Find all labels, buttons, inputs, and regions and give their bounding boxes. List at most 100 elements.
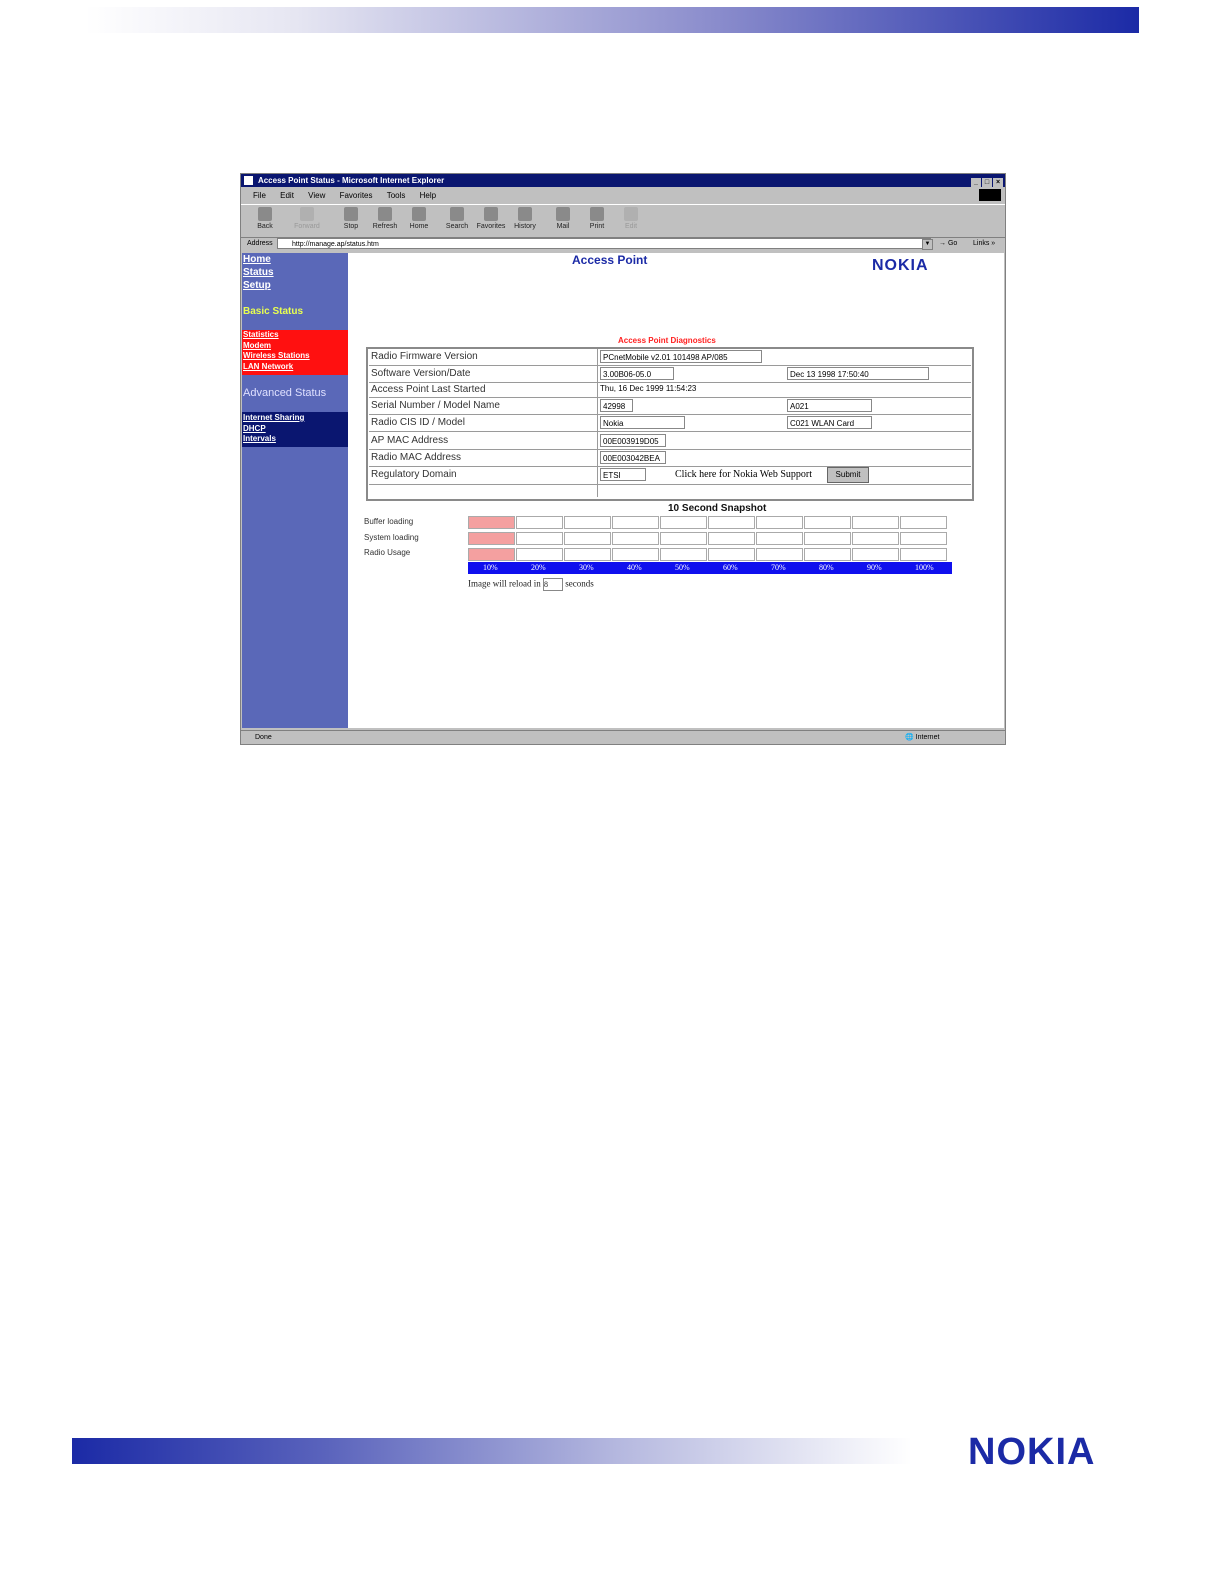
menu-view[interactable]: View [308, 191, 325, 200]
axis-tick-label: 90% [867, 563, 882, 572]
snapshot-cell [756, 516, 803, 529]
snapshot-cell [564, 548, 611, 561]
snapshot-cell [804, 516, 851, 529]
reload-seconds-field: 8 [542, 578, 563, 591]
sidebar-item-dhcp[interactable]: DHCP [242, 424, 348, 435]
snapshot-axis: 10% 20% 30% 40% 50% 60% 70% 80% 90% 100% [468, 562, 952, 574]
snapshot-cell [612, 516, 659, 529]
snapshot-title: 10 Second Snapshot [668, 503, 767, 514]
stop-icon [344, 207, 358, 221]
window-title: Access Point Status - Microsoft Internet… [257, 176, 445, 185]
sidebar-item-statistics[interactable]: Statistics [242, 330, 348, 341]
maximize-icon[interactable]: □ [982, 178, 992, 188]
menu-tools[interactable]: Tools [387, 191, 406, 200]
value-field: 00E003919D05 [600, 434, 666, 447]
menu-help[interactable]: Help [420, 191, 436, 200]
sidebar-link-home[interactable]: Home [243, 254, 271, 265]
menu-edit[interactable]: Edit [280, 191, 294, 200]
axis-tick-label: 30% [579, 563, 594, 572]
snapshot-row [468, 548, 952, 563]
sidebar-item-internet-sharing[interactable]: Internet Sharing [242, 413, 348, 424]
sidebar-item-modem[interactable]: Modem [242, 341, 348, 352]
snapshot-cell [660, 532, 707, 545]
internet-zone: 🌐 Internet [905, 734, 940, 741]
value-field: PCnetMobile v2.01 101498 AP/085 [600, 350, 762, 363]
status-bar: Done 🌐 Internet [241, 730, 1005, 745]
favorites-button[interactable]: Favorites [475, 207, 507, 230]
history-icon [518, 207, 532, 221]
sidebar-item-wireless-stations[interactable]: Wireless Stations [242, 351, 348, 362]
ie-page-icon [244, 176, 253, 185]
search-button[interactable]: Search [441, 207, 473, 230]
forward-button[interactable]: Forward [291, 207, 323, 230]
basic-status-heading: Basic Status [243, 306, 304, 317]
submit-button[interactable]: Submit [827, 467, 869, 483]
chevron-down-icon[interactable]: ▼ [922, 239, 933, 250]
page-content: Home Status Setup Basic Status Statistic… [242, 253, 1004, 728]
value-field: ETSI [600, 468, 646, 481]
minimize-icon[interactable]: _ [971, 178, 981, 188]
back-button[interactable]: Back [249, 207, 281, 230]
windows-logo-icon [979, 189, 1001, 201]
go-button[interactable]: → Go [939, 237, 957, 251]
browser-window: Access Point Status - Microsoft Internet… [240, 173, 1006, 745]
status-text: Done [255, 734, 272, 741]
table-row: Regulatory Domain ETSI Click here for No… [369, 467, 971, 485]
sidebar-item-lan-network[interactable]: LAN Network [242, 362, 348, 373]
snapshot-cell [468, 516, 515, 529]
snapshot-cell [900, 532, 947, 545]
value-field: Nokia [600, 416, 685, 429]
forward-arrow-icon [300, 207, 314, 221]
nokia-support-text: Click here for Nokia Web Support [675, 469, 813, 480]
address-label: Address [247, 240, 273, 247]
print-button[interactable]: Print [581, 207, 613, 230]
address-input[interactable]: http://manage.ap/status.htm [277, 238, 931, 249]
snapshot-cell [900, 516, 947, 529]
snapshot-label: System loading [364, 533, 419, 542]
sidebar: Home Status Setup Basic Status Statistic… [242, 253, 348, 728]
snapshot-cell [756, 532, 803, 545]
close-icon[interactable]: × [993, 178, 1003, 188]
menu-favorites[interactable]: Favorites [340, 191, 373, 200]
axis-tick-label: 80% [819, 563, 834, 572]
snapshot-cell [660, 548, 707, 561]
axis-tick-label: 10% [483, 563, 498, 572]
refresh-button[interactable]: Refresh [369, 207, 401, 230]
sidebar-item-intervals[interactable]: Intervals [242, 434, 348, 445]
sidebar-link-setup[interactable]: Setup [243, 280, 271, 291]
snapshot-cell [852, 532, 899, 545]
value-text: Thu, 16 Dec 1999 11:54:23 [600, 384, 697, 393]
advanced-status-menu: Internet Sharing DHCP Intervals [242, 412, 348, 447]
home-button[interactable]: Home [403, 207, 435, 230]
stop-button[interactable]: Stop [335, 207, 367, 230]
axis-tick-label: 20% [531, 563, 546, 572]
favorites-icon [484, 207, 498, 221]
menu-bar: File Edit View Favorites Tools Help [241, 188, 1005, 203]
snapshot-cell [564, 516, 611, 529]
refresh-icon [378, 207, 392, 221]
footer-nokia-logo: NOKIA [968, 1431, 1096, 1473]
edit-button[interactable]: Edit [615, 207, 647, 230]
diagnostics-table: Radio Firmware Version PCnetMobile v2.01… [366, 347, 974, 501]
mail-button[interactable]: Mail [547, 207, 579, 230]
basic-status-menu: Statistics Modem Wireless Stations LAN N… [242, 330, 348, 375]
table-row: Radio MAC Address 00E003042BEA [369, 450, 971, 467]
header-gradient-band [85, 7, 1139, 33]
value-field: 00E003042BEA [600, 451, 666, 464]
sidebar-link-status[interactable]: Status [243, 267, 274, 278]
links-button[interactable]: Links » [973, 237, 995, 251]
back-arrow-icon [258, 207, 272, 221]
table-row: Access Point Last Started Thu, 16 Dec 19… [369, 383, 971, 398]
table-row: Radio CIS ID / Model Nokia C021 WLAN Car… [369, 415, 971, 432]
snapshot-cell [708, 516, 755, 529]
axis-tick-label: 50% [675, 563, 690, 572]
menu-file[interactable]: File [253, 191, 266, 200]
snapshot-cell [516, 516, 563, 529]
history-button[interactable]: History [509, 207, 541, 230]
snapshot-cell [804, 532, 851, 545]
snapshot-cell [468, 532, 515, 545]
snapshot-cell [756, 548, 803, 561]
diagnostics-title: Access Point Diagnostics [618, 336, 716, 345]
value-field: Dec 13 1998 17:50:40 [787, 367, 929, 380]
snapshot-cell [516, 548, 563, 561]
